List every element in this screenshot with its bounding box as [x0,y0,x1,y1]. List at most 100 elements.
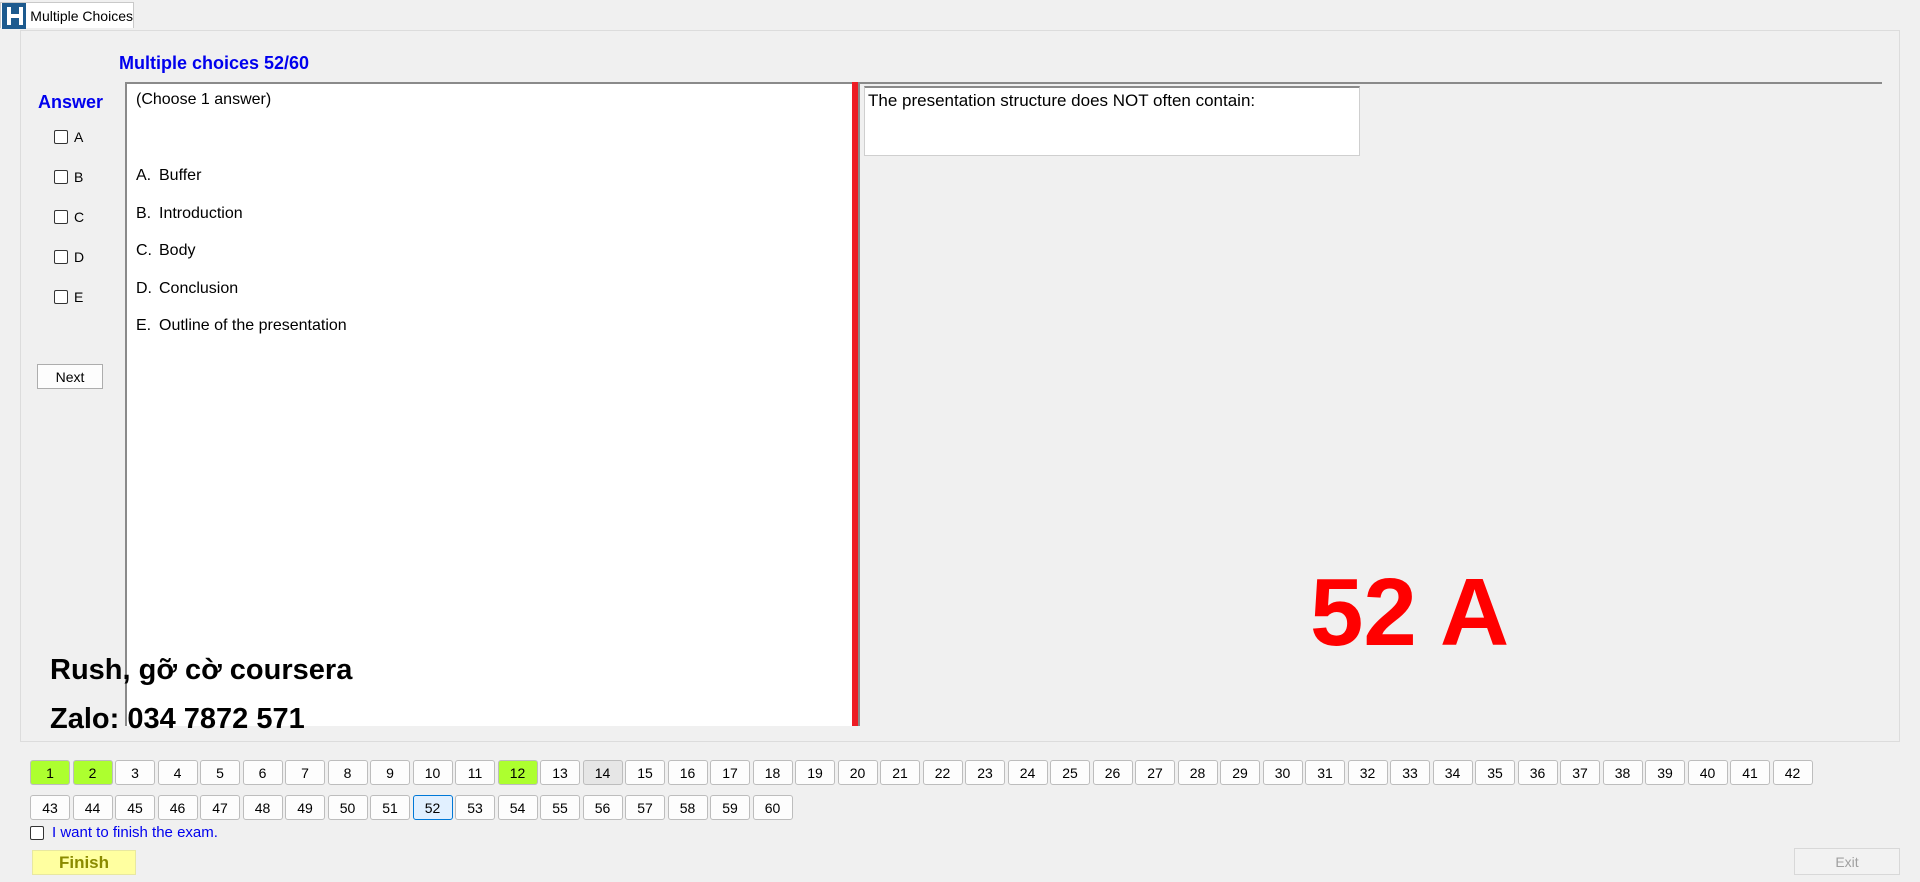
choice-item: D. Conclusion [136,280,238,298]
finish-exam-check[interactable]: I want to finish the exam. [30,824,218,841]
choice-item: B. Introduction [136,205,243,223]
choice-item: A. Buffer [136,167,201,185]
question-nav-button-57[interactable]: 57 [625,795,665,820]
choice-text: Buffer [159,167,202,184]
choice-text: Outline of the presentation [159,317,347,334]
finish-check-label: I want to finish the exam. [52,824,218,841]
question-nav-button-54[interactable]: 54 [497,795,538,820]
answer-option-c[interactable]: C [54,209,84,225]
question-nav-button-22[interactable]: 22 [922,760,963,785]
question-nav-button-56[interactable]: 56 [582,795,623,820]
answer-checkbox[interactable] [54,170,68,184]
question-nav-button-9[interactable]: 9 [370,760,410,785]
answer-option-b[interactable]: B [54,169,83,185]
answer-checkbox[interactable] [54,130,68,144]
choice-key: C. [136,242,152,259]
question-nav-button-47[interactable]: 47 [200,795,240,820]
question-nav-button-35[interactable]: 35 [1475,760,1515,785]
question-nav-button-55[interactable]: 55 [540,795,580,820]
question-nav-button-40[interactable]: 40 [1687,760,1728,785]
answer-heading: Answer [38,92,104,112]
question-nav-button-13[interactable]: 13 [540,760,580,785]
overlay-text-line1: Rush, gỡ cờ coursera [50,654,353,686]
question-nav-button-8[interactable]: 8 [327,760,368,785]
question-nav-button-53[interactable]: 53 [455,795,495,820]
question-nav-button-41[interactable]: 41 [1730,760,1770,785]
answer-option-label: D [74,249,85,265]
answer-option-label: E [74,289,84,305]
question-nav-button-30[interactable]: 30 [1262,760,1303,785]
question-nav-button-18[interactable]: 18 [752,760,793,785]
question-nav-button-27[interactable]: 27 [1135,760,1175,785]
question-nav-button-28[interactable]: 28 [1177,760,1218,785]
question-nav-button-33[interactable]: 33 [1390,760,1430,785]
answer-option-a[interactable]: A [54,129,83,145]
question-text: The presentation structure does NOT ofte… [868,91,1256,110]
next-button[interactable]: Next [37,364,103,389]
choice-key: A. [136,167,152,184]
question-nav-button-10[interactable]: 10 [412,760,453,785]
question-nav-button-3[interactable]: 3 [115,760,155,785]
question-nav-button-26[interactable]: 26 [1092,760,1133,785]
answer-checkbox[interactable] [54,290,68,304]
question-nav-button-52[interactable]: 52 [412,795,453,820]
question-nav-button-49[interactable]: 49 [285,795,325,820]
finish-button[interactable]: Finish [32,850,136,875]
question-nav-button-12[interactable]: 12 [497,760,538,785]
question-nav-button-7[interactable]: 7 [285,760,325,785]
question-nav-button-6[interactable]: 6 [242,760,283,785]
question-nav-button-23[interactable]: 23 [965,760,1005,785]
question-nav-button-36[interactable]: 36 [1517,760,1558,785]
question-nav-button-16[interactable]: 16 [667,760,708,785]
question-nav-button-39[interactable]: 39 [1645,760,1685,785]
question-nav-button-20[interactable]: 20 [837,760,878,785]
tab-multiple-choices[interactable]: Multiple Choices [0,2,134,29]
question-nav-button-42[interactable]: 42 [1772,760,1813,785]
question-nav-button-29[interactable]: 29 [1220,760,1260,785]
question-nav-button-11[interactable]: 11 [455,760,495,785]
question-nav-button-14[interactable]: 14 [582,760,623,785]
question-nav-button-50[interactable]: 50 [327,795,368,820]
question-nav-button-37[interactable]: 37 [1560,760,1600,785]
question-nav-button-45[interactable]: 45 [115,795,155,820]
question-nav-button-34[interactable]: 34 [1432,760,1473,785]
question-nav-button-32[interactable]: 32 [1347,760,1388,785]
question-nav-button-19[interactable]: 19 [795,760,835,785]
question-nav-button-43[interactable]: 43 [30,795,70,820]
question-nav-button-51[interactable]: 51 [370,795,410,820]
question-nav-button-17[interactable]: 17 [710,760,750,785]
answer-key-overlay: 52 A [1310,559,1510,666]
choice-text: Body [159,242,196,259]
question-nav-button-59[interactable]: 59 [710,795,750,820]
question-nav-button-5[interactable]: 5 [200,760,240,785]
answer-option-d[interactable]: D [54,249,84,265]
question-nav-button-60[interactable]: 60 [752,795,793,820]
question-nav-button-21[interactable]: 21 [880,760,920,785]
question-nav-button-58[interactable]: 58 [667,795,708,820]
tab-label: Multiple Choices [30,7,133,24]
h-logo-icon [2,2,27,29]
question-nav-button-25[interactable]: 25 [1050,760,1090,785]
question-nav-button-46[interactable]: 46 [157,795,198,820]
question-nav-button-2[interactable]: 2 [72,760,113,785]
question-nav-button-38[interactable]: 38 [1602,760,1643,785]
choice-key: D. [136,279,152,297]
finish-checkbox[interactable] [30,825,44,840]
choices-panel: (Choose 1 answer) A. Buffer B. Introduction… [125,82,852,726]
question-nav-button-4[interactable]: 4 [157,760,198,785]
answer-checkbox[interactable] [54,210,68,224]
choice-item: E. Outline of the presentation [136,317,347,335]
answer-option-e[interactable]: E [54,289,83,305]
question-nav-button-24[interactable]: 24 [1007,760,1048,785]
answer-checkbox[interactable] [54,250,68,264]
question-nav-button-44[interactable]: 44 [72,795,113,820]
choice-item: C. Body [136,242,195,260]
question-nav-button-15[interactable]: 15 [625,760,665,785]
exit-button[interactable]: Exit [1794,848,1900,875]
question-nav-button-31[interactable]: 31 [1305,760,1345,785]
question-nav-button-48[interactable]: 48 [242,795,283,820]
question-nav-button-1[interactable]: 1 [30,760,70,785]
question-box: The presentation structure does NOT ofte… [864,86,1360,156]
answer-option-label: B [74,169,84,185]
answer-option-label: A [74,129,84,145]
